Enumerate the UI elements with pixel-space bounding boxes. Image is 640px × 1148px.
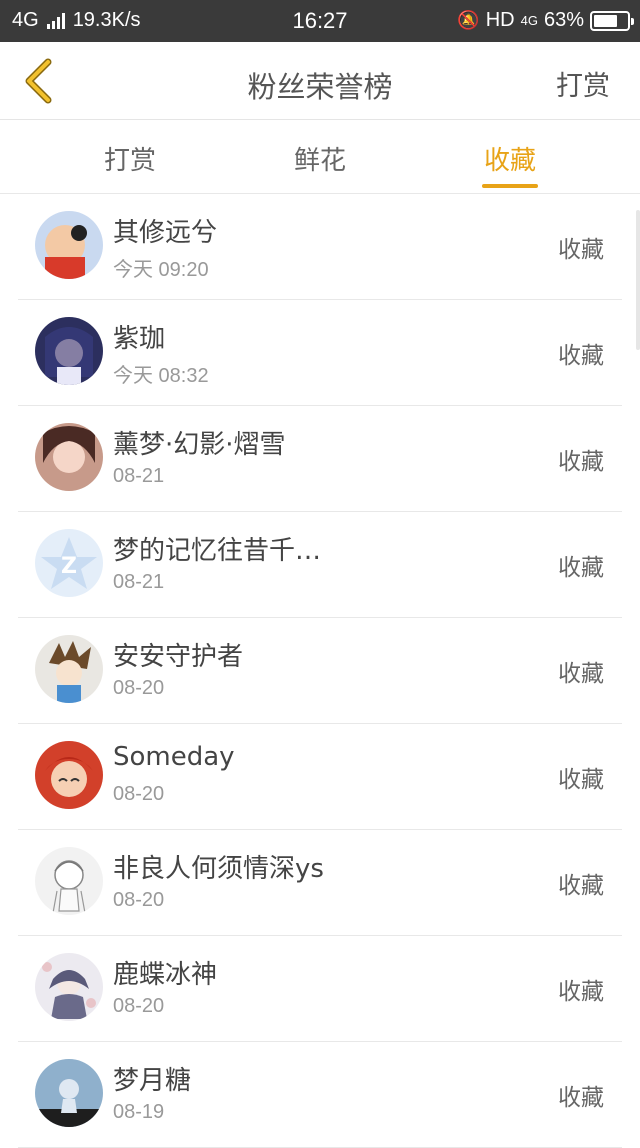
avatar: Z <box>35 529 103 597</box>
list-item[interactable]: 紫珈 今天 08:32 收藏 <box>18 300 622 406</box>
fan-name: 紫珈 <box>113 324 166 354</box>
list-item[interactable]: 薰梦·幻影·熠雪 08-21 收藏 <box>18 406 622 512</box>
avatar <box>35 953 103 1021</box>
active-tab-indicator <box>482 184 538 188</box>
fan-name: 梦月糖 <box>113 1066 192 1096</box>
fan-name: Someday <box>113 742 235 772</box>
tab-reward[interactable]: 打赏 <box>70 140 190 177</box>
action-label: 收藏 <box>558 449 604 475</box>
fan-name: 梦的记忆往昔千… <box>113 536 322 566</box>
fan-time: 08-19 <box>113 1101 165 1123</box>
action-label: 收藏 <box>558 873 604 899</box>
fan-time: 08-20 <box>113 783 165 805</box>
fan-list: 其修远兮 今天 09:20 收藏 紫珈 今天 08:32 收藏 薰梦·幻影·熠雪… <box>0 194 640 1148</box>
list-item[interactable]: 梦月糖 08-19 收藏 <box>18 1042 622 1148</box>
page-title: 粉丝荣誉榜 <box>247 70 393 104</box>
avatar <box>35 741 103 809</box>
avatar <box>35 423 103 491</box>
fan-name: 鹿蝶冰神 <box>113 960 218 990</box>
fan-time: 今天 08:32 <box>113 365 209 387</box>
avatar <box>35 635 103 703</box>
tab-favorites[interactable]: 收藏 <box>450 140 570 177</box>
fan-time: 08-20 <box>113 889 165 911</box>
hd-label: HD <box>485 9 515 31</box>
fan-time: 今天 09:20 <box>113 259 209 281</box>
list-item[interactable]: 非良人何须情深ys 08-20 收藏 <box>18 830 622 936</box>
status-bar: 4G 19.3K/s 16:27 🔕 HD 4G 63% <box>0 0 640 42</box>
status-right: 🔕 HD 4G 63% <box>457 9 634 32</box>
action-label: 收藏 <box>558 1085 604 1111</box>
svg-text:Z: Z <box>61 554 77 579</box>
action-label: 收藏 <box>558 237 604 263</box>
chevron-left-icon <box>25 58 52 104</box>
reward-button[interactable]: 打赏 <box>556 64 610 103</box>
avatar <box>35 317 103 385</box>
back-button[interactable] <box>14 56 62 106</box>
fan-name: 非良人何须情深ys <box>113 854 324 884</box>
action-label: 收藏 <box>558 661 604 687</box>
nav-bar: 粉丝荣誉榜 打赏 <box>0 42 640 120</box>
list-item[interactable]: Someday 08-20 收藏 <box>18 724 622 830</box>
list-item[interactable]: 其修远兮 今天 09:20 收藏 <box>18 194 622 300</box>
fan-time: 08-21 <box>113 465 165 487</box>
battery-percent: 63% <box>543 9 584 31</box>
action-label: 收藏 <box>558 979 604 1005</box>
action-label: 收藏 <box>558 767 604 793</box>
fan-name: 安安守护者 <box>113 642 244 672</box>
tab-bar: 打赏 鲜花 收藏 <box>0 120 640 194</box>
fan-time: 08-21 <box>113 571 165 593</box>
network-type-2: 4G <box>520 13 538 28</box>
action-label: 收藏 <box>558 555 604 581</box>
action-label: 收藏 <box>558 343 604 369</box>
fan-name: 其修远兮 <box>113 218 218 248</box>
list-item[interactable]: Z 梦的记忆往昔千… 08-21 收藏 <box>18 512 622 618</box>
tab-flowers[interactable]: 鲜花 <box>260 140 380 177</box>
avatar <box>35 1059 103 1127</box>
fan-time: 08-20 <box>113 995 165 1017</box>
avatar <box>35 211 103 279</box>
fan-time: 08-20 <box>113 677 165 699</box>
list-item[interactable]: 鹿蝶冰神 08-20 收藏 <box>18 936 622 1042</box>
bell-off-icon: 🔕 <box>457 10 480 30</box>
avatar <box>35 847 103 915</box>
fan-name: 薰梦·幻影·熠雪 <box>113 430 286 460</box>
battery-icon <box>590 10 634 31</box>
list-item[interactable]: 安安守护者 08-20 收藏 <box>18 618 622 724</box>
